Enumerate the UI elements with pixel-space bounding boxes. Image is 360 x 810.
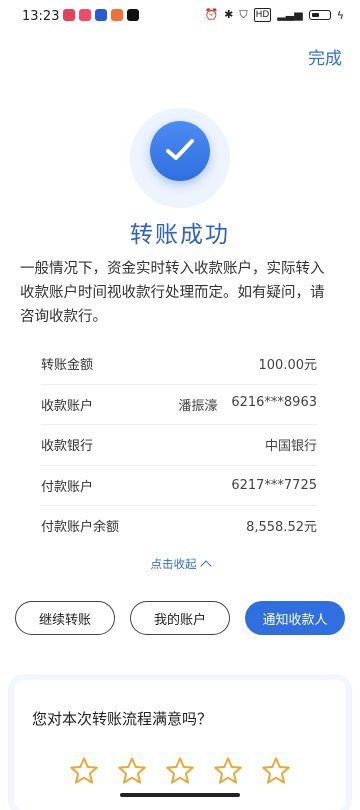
chevron-up-icon: [199, 560, 212, 572]
battery-icon: [308, 10, 331, 20]
action-buttons: 继续转账 我的账户 通知收款人: [15, 601, 345, 635]
transfer-notice: 一般情况下，资金实时转入收款账户，实际转入收款账户时间视收款行处理而定。如有疑问…: [20, 261, 325, 325]
notify-payee-button[interactable]: 通知收款人: [245, 601, 345, 635]
check-mark-icon: [166, 139, 194, 160]
notification-app-icons: [63, 9, 139, 21]
my-account-button[interactable]: 我的账户: [130, 601, 230, 635]
app-notification-icon: [79, 9, 91, 21]
detail-value: 6217***7725: [231, 478, 317, 493]
satisfaction-survey-card: 您对本次转账流程满意吗？: [14, 680, 346, 810]
detail-value-text: 100.00元: [258, 358, 318, 374]
detail-value: 100.00元: [259, 354, 318, 373]
star-rating-4-icon[interactable]: [213, 756, 243, 786]
transfer-detail-list: 转账金额 100.00元 收款账户 潘振濠 6216***8963 收款银行 中…: [41, 344, 317, 546]
bluetooth-icon: ✱: [224, 8, 234, 21]
detail-value: 中国银行: [265, 435, 317, 454]
detail-value-text: 8,558.52元: [246, 520, 317, 536]
app-notification-icon: [63, 9, 75, 21]
app-notification-icon: [127, 9, 139, 21]
vpn-icon: ⛉: [239, 8, 248, 21]
collapse-details-link[interactable]: 点击收起: [0, 556, 360, 572]
rating-stars: [69, 756, 291, 786]
star-rating-1-icon[interactable]: [69, 756, 99, 786]
survey-question: 您对本次转账流程满意吗？: [32, 710, 213, 728]
done-button[interactable]: 完成: [308, 44, 342, 69]
detail-row-amount: 转账金额 100.00元: [41, 344, 317, 385]
app-notification-icon: [111, 9, 123, 21]
detail-label: 转账金额: [41, 358, 94, 374]
collapse-label: 点击收起: [150, 557, 197, 571]
app-notification-icon: [95, 9, 107, 21]
status-time: 13:23: [22, 9, 60, 24]
payee-name: 潘振濠: [178, 398, 218, 414]
result-title: 转账成功: [130, 222, 230, 248]
star-rating-2-icon[interactable]: [117, 756, 147, 786]
detail-value: 潘振濠 6216***8963: [178, 395, 317, 414]
detail-label: 付款账户: [41, 479, 94, 495]
detail-label: 收款账户: [41, 398, 94, 414]
home-indicator: [120, 793, 240, 797]
star-rating-5-icon[interactable]: [261, 756, 291, 786]
status-system-icons: ⏰ ✱ ⛉ HD ▂▃▅ ϟ: [204, 8, 344, 22]
detail-value-text: 6217***7725: [231, 477, 317, 493]
detail-value-text: 6216***8963: [231, 394, 317, 410]
detail-row-payee-account: 收款账户 潘振濠 6216***8963: [41, 385, 317, 425]
charging-icon: ϟ: [336, 8, 344, 22]
detail-row-payer-balance: 付款账户余额 8,558.52元: [41, 506, 317, 546]
success-check-icon: [150, 121, 210, 181]
continue-transfer-button[interactable]: 继续转账: [15, 601, 115, 635]
star-rating-3-icon[interactable]: [165, 756, 195, 786]
signal-icon: ▂▃▅: [277, 8, 303, 21]
hd-icon: HD: [253, 8, 272, 22]
detail-value: 8,558.52元: [246, 516, 317, 535]
alarm-icon: ⏰: [204, 8, 219, 21]
detail-label: 付款账户余额: [41, 520, 120, 536]
detail-label: 收款银行: [41, 439, 94, 455]
status-bar: 13:23 ⏰ ✱ ⛉ HD ▂▃▅ ϟ: [0, 0, 360, 34]
detail-row-payee-bank: 收款银行 中国银行: [41, 425, 317, 466]
detail-value-text: 中国银行: [264, 439, 317, 455]
detail-row-payer-account: 付款账户 6217***7725: [41, 466, 317, 506]
